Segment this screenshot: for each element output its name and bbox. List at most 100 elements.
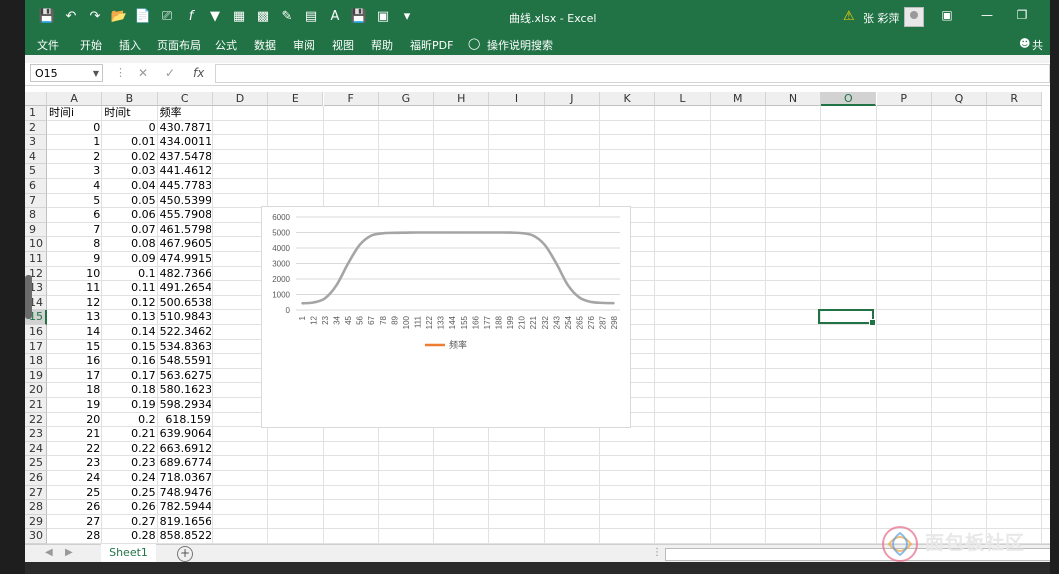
cell-b11[interactable]: 0.09 (104, 252, 156, 266)
row-header-9[interactable]: 9 (25, 222, 47, 238)
minimize-icon[interactable]: — (975, 8, 999, 22)
tab-data[interactable]: 数据 (254, 37, 276, 53)
cell-a8[interactable]: 6 (49, 208, 100, 222)
cell-b7[interactable]: 0.05 (104, 194, 156, 208)
cell-b18[interactable]: 0.16 (104, 354, 156, 368)
tab-home[interactable]: 开始 (80, 37, 102, 53)
cell-b24[interactable]: 0.22 (104, 442, 156, 456)
row-header-11[interactable]: 11 (25, 252, 47, 267)
row-header-24[interactable]: 24 (25, 441, 47, 457)
cell-b21[interactable]: 0.19 (104, 398, 156, 412)
cell-b28[interactable]: 0.26 (104, 500, 156, 514)
row-header-1[interactable]: 1 (25, 106, 47, 121)
cell-c9[interactable]: 461.5798 (160, 223, 211, 237)
cell-a17[interactable]: 15 (49, 340, 100, 354)
column-header-i[interactable]: I (489, 92, 545, 106)
row-header-6[interactable]: 6 (25, 179, 47, 194)
cell-b17[interactable]: 0.15 (104, 340, 156, 354)
cell-a13[interactable]: 11 (49, 281, 100, 295)
cancel-icon[interactable]: ✕ (138, 66, 148, 80)
cell-c21[interactable]: 598.2934 (160, 398, 211, 412)
format-painter-icon[interactable]: ✎ (275, 7, 299, 27)
cell-c29[interactable]: 819.1656 (160, 515, 211, 529)
cell-c11[interactable]: 474.9915 (160, 252, 211, 266)
tab-file[interactable]: 文件 (37, 37, 59, 53)
row-header-16[interactable]: 16 (25, 325, 47, 340)
cell-b16[interactable]: 0.14 (104, 325, 156, 339)
column-header-a[interactable]: A (47, 92, 103, 106)
column-header-n[interactable]: N (765, 92, 822, 106)
user-name[interactable]: 张 彩萍 (863, 10, 900, 26)
chevron-down-icon[interactable]: ▼ (93, 65, 99, 83)
cell-a6[interactable]: 4 (49, 179, 100, 193)
tab-view[interactable]: 视图 (332, 37, 354, 53)
cell-c16[interactable]: 522.3462 (160, 325, 211, 339)
column-header-c[interactable]: C (157, 92, 213, 106)
cell-c18[interactable]: 548.5591 (160, 354, 211, 368)
cell-c15[interactable]: 510.9843 (160, 310, 211, 324)
cell-a24[interactable]: 22 (49, 442, 100, 456)
row-header-19[interactable]: 19 (25, 368, 47, 384)
cell-b3[interactable]: 0.01 (104, 135, 156, 149)
column-header-m[interactable]: M (710, 92, 766, 106)
select-all-corner[interactable] (25, 92, 47, 106)
cell-a15[interactable]: 13 (49, 310, 100, 324)
cell-b26[interactable]: 0.24 (104, 471, 156, 485)
cell-b13[interactable]: 0.11 (104, 281, 156, 295)
cell-b19[interactable]: 0.17 (104, 369, 156, 383)
column-header-f[interactable]: F (323, 92, 379, 106)
cell-a30[interactable]: 28 (49, 529, 100, 543)
cell-a7[interactable]: 5 (49, 194, 100, 208)
cell-b15[interactable]: 0.13 (104, 310, 156, 324)
cell-b14[interactable]: 0.12 (104, 296, 156, 310)
redo-icon[interactable]: ↷ (83, 7, 107, 27)
cell-a23[interactable]: 21 (49, 427, 100, 441)
cell-b25[interactable]: 0.23 (104, 456, 156, 470)
scroll-right-icon[interactable]: ▶ (65, 547, 73, 558)
cell-a25[interactable]: 23 (49, 456, 100, 470)
open-folder-icon[interactable]: 📂 (107, 7, 131, 27)
row-header-28[interactable]: 28 (25, 500, 47, 515)
cell-a1[interactable]: 时间i (49, 106, 100, 120)
column-header-k[interactable]: K (600, 92, 656, 106)
row-header-26[interactable]: 26 (25, 471, 47, 486)
row-header-20[interactable]: 20 (25, 383, 47, 398)
column-header-d[interactable]: D (212, 92, 269, 106)
insert-function-icon[interactable]: fx (193, 66, 204, 80)
save-as-icon[interactable]: 💾 (347, 7, 371, 27)
row-header-22[interactable]: 22 (25, 412, 47, 428)
row-header-23[interactable]: 23 (25, 427, 47, 442)
cell-a16[interactable]: 14 (49, 325, 100, 339)
cell-c2[interactable]: 430.7871 (160, 121, 211, 135)
row-header-18[interactable]: 18 (25, 354, 47, 369)
tab-formulas[interactable]: 公式 (215, 37, 237, 53)
cell-a2[interactable]: 0 (49, 121, 100, 135)
cell-a9[interactable]: 7 (49, 223, 100, 237)
cell-a28[interactable]: 26 (49, 500, 100, 514)
name-box[interactable]: O15 ▼ (30, 64, 103, 82)
worksheet-grid[interactable]: A B C D E F G H I J K L M N O P Q R 1 时间i 时间t 频率 2 0 0 430.7871 3 1… (25, 92, 1050, 544)
column-header-b[interactable]: B (102, 92, 158, 106)
undo-icon[interactable]: ↶ (59, 7, 83, 27)
cell-a26[interactable]: 24 (49, 471, 100, 485)
column-header-q[interactable]: Q (931, 92, 988, 106)
avatar[interactable] (904, 7, 924, 27)
column-header-e[interactable]: E (268, 92, 324, 106)
tab-insert[interactable]: 插入 (119, 37, 141, 53)
cell-b10[interactable]: 0.08 (104, 237, 156, 251)
cell-a4[interactable]: 2 (49, 150, 100, 164)
cell-b20[interactable]: 0.18 (104, 383, 156, 397)
row-header-27[interactable]: 27 (25, 485, 47, 501)
column-header-h[interactable]: H (434, 92, 490, 106)
tab-foxit-pdf[interactable]: 福昕PDF (410, 37, 453, 53)
cell-b29[interactable]: 0.27 (104, 515, 156, 529)
customize-qat-icon[interactable]: ▾ (395, 7, 419, 27)
warning-icon[interactable]: ⚠ (843, 9, 855, 24)
cell-c26[interactable]: 718.0367 (160, 471, 211, 485)
cell-a29[interactable]: 27 (49, 515, 100, 529)
cell-c6[interactable]: 445.7783 (160, 179, 211, 193)
cell-c5[interactable]: 441.4612 (160, 164, 211, 178)
cell-c24[interactable]: 663.6912 (160, 442, 211, 456)
row-header-2[interactable]: 2 (25, 120, 47, 136)
row-header-4[interactable]: 4 (25, 149, 47, 165)
